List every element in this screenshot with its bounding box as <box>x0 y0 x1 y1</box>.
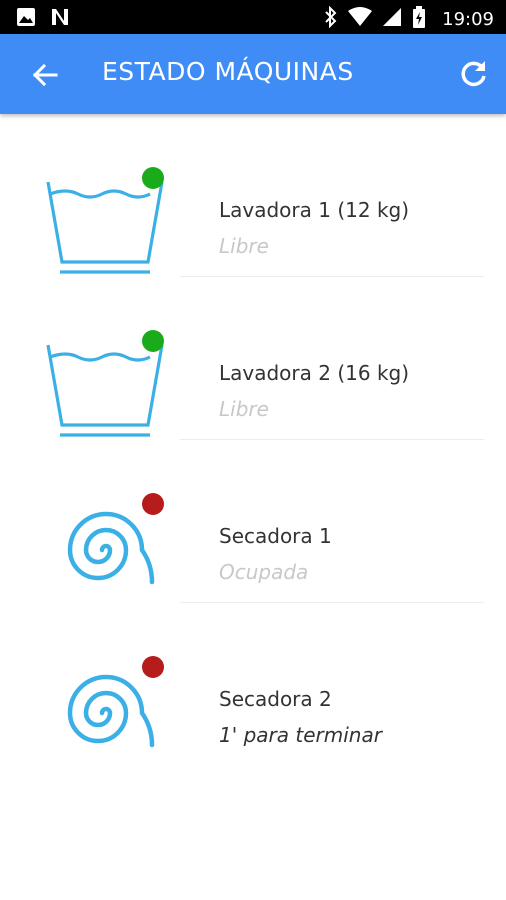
machine-name: Secadora 2 <box>219 687 332 711</box>
clock: 19:09 <box>442 8 494 30</box>
back-arrow-icon[interactable] <box>30 60 60 90</box>
bluetooth-icon <box>324 5 338 32</box>
page-title: ESTADO MÁQUINAS <box>102 57 354 86</box>
machine-name: Lavadora 1 (12 kg) <box>219 198 410 222</box>
machine-item-secadora-2[interactable]: Secadora 2 1' para terminar <box>0 603 506 766</box>
machine-status: Libre <box>219 234 269 258</box>
machine-item-lavadora-1[interactable]: Lavadora 1 (12 kg) Libre <box>0 114 506 277</box>
machine-name: Secadora 1 <box>219 524 332 548</box>
status-bar: 19:09 <box>0 0 506 34</box>
machine-item-lavadora-2[interactable]: Lavadora 2 (16 kg) Libre <box>0 277 506 440</box>
machine-name: Lavadora 2 (16 kg) <box>219 361 410 385</box>
dryer-spiral-icon <box>36 484 176 604</box>
machine-status: Libre <box>219 397 269 421</box>
refresh-icon[interactable] <box>458 58 490 90</box>
battery-icon <box>412 6 426 32</box>
signal-icon <box>382 7 402 31</box>
app-bar: ESTADO MÁQUINAS <box>0 34 506 114</box>
machine-status: Ocupada <box>219 560 309 584</box>
washer-icon <box>36 321 176 441</box>
machine-status: 1' para terminar <box>219 723 382 747</box>
dryer-spiral-icon <box>36 647 176 767</box>
image-icon <box>16 7 36 31</box>
washer-icon <box>36 158 176 278</box>
machine-list: Lavadora 1 (12 kg) Libre Lavadora 2 (16 … <box>0 114 506 766</box>
n-notification-icon <box>50 7 70 31</box>
machine-item-secadora-1[interactable]: Secadora 1 Ocupada <box>0 440 506 603</box>
wifi-icon <box>348 7 373 31</box>
